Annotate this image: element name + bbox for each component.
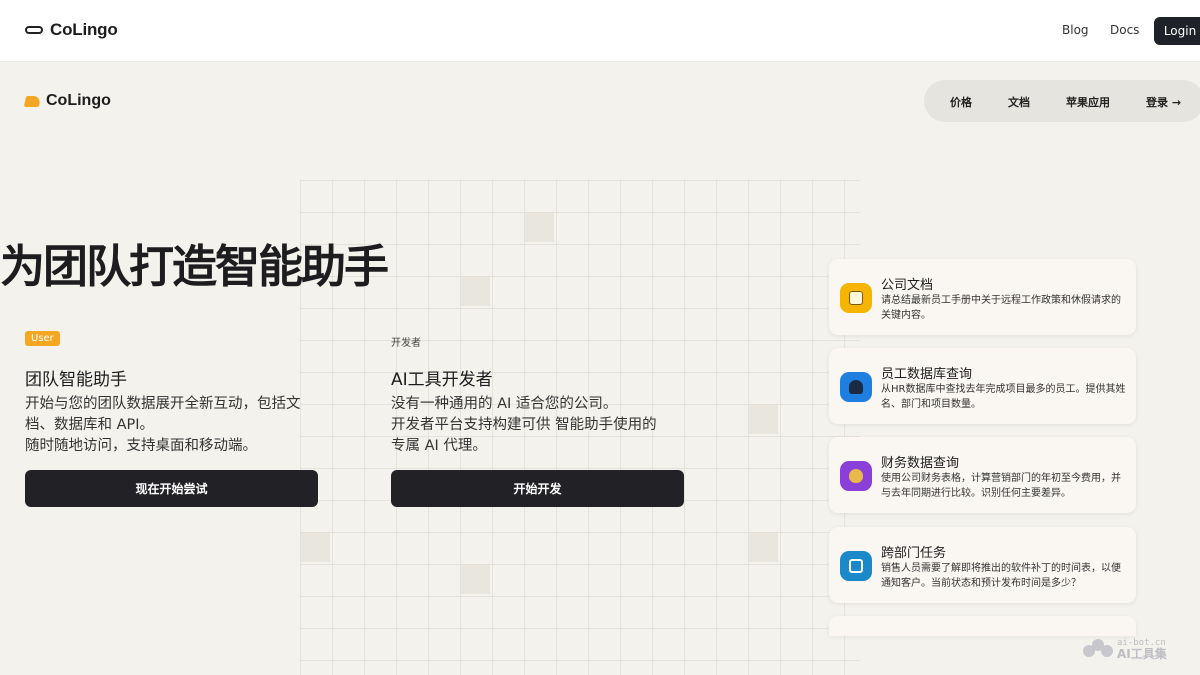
login-button[interactable]: Login	[1154, 17, 1200, 45]
nav-link-blog[interactable]: Blog	[1062, 23, 1089, 37]
card-title: 跨部门任务	[881, 546, 947, 561]
hero-title: 为团队打造智能助手	[0, 240, 389, 293]
developer-column-description: 没有一种通用的 AI 适合您的公司。 开发者平台支持构建可供 智能助手使用的 专…	[391, 394, 657, 457]
card-description: 使用公司财务表格，计算营销部门的年初至今费用，并与去年同期进行比较。识别任何主要…	[881, 473, 1121, 499]
dev-desc-line: 专属 AI 代理。	[391, 438, 487, 454]
card-cross-dept-task[interactable]: 跨部门任务 销售人员需要了解即将推出的软件补丁的时间表，以便通知客户。当前状态和…	[829, 527, 1136, 603]
topbar-brand[interactable]: CoLingo	[25, 20, 118, 40]
people-icon	[840, 372, 872, 402]
user-badge: User	[25, 331, 60, 346]
developer-label: 开发者	[391, 338, 421, 349]
user-column-title: 团队智能助手	[25, 370, 127, 390]
dev-desc-line: 没有一种通用的 AI 适合您的公司。	[391, 396, 618, 412]
card-company-docs[interactable]: 公司文档 请总结最新员工手册中关于远程工作政策和休假请求的关键内容。	[829, 259, 1136, 335]
nav-link-docs[interactable]: Docs	[1110, 23, 1139, 37]
dev-desc-line: 开发者平台支持构建可供 智能助手使用的	[391, 417, 657, 433]
card-title: 员工数据库查询	[881, 367, 973, 382]
nav-login[interactable]: 登录 →	[1146, 94, 1181, 110]
colingo-logo-icon	[25, 26, 43, 34]
card-description: 销售人员需要了解即将推出的软件补丁的时间表，以便通知客户。当前状态和预计发布时间…	[881, 563, 1121, 589]
topbar-brand-name: CoLingo	[50, 20, 118, 39]
watermark-logo-icon	[1083, 639, 1113, 659]
sync-icon	[840, 551, 872, 581]
card-employee-db[interactable]: 员工数据库查询 从HR数据库中查找去年完成项目最多的员工。提供其姓名、部门和项目…	[829, 348, 1136, 424]
card-description: 从HR数据库中查找去年完成项目最多的员工。提供其姓名、部门和项目数量。	[881, 384, 1126, 410]
try-now-button[interactable]: 现在开始尝试	[25, 470, 318, 507]
top-bar: CoLingo Blog Docs Login	[0, 0, 1200, 62]
nav-apple-app[interactable]: 苹果应用	[1066, 94, 1110, 110]
nav-pricing[interactable]: 价格	[950, 94, 972, 110]
card-partial	[829, 616, 1136, 636]
colingo-color-logo-icon	[23, 95, 42, 107]
header-brand-name: CoLingo	[46, 92, 111, 109]
card-title: 财务数据查询	[881, 456, 960, 471]
watermark-name: AI工具集	[1117, 647, 1167, 661]
money-bag-icon	[840, 461, 872, 491]
user-desc-line: 开始与您的团队数据展开全新互动，包括文	[25, 396, 301, 412]
watermark: ai-bot.cn AI工具集	[1083, 638, 1167, 660]
developer-column-title: AI工具开发者	[391, 370, 493, 390]
user-column-description: 开始与您的团队数据展开全新互动，包括文 档、数据库和 API。 随时随地访问，支…	[25, 394, 301, 457]
start-developing-button[interactable]: 开始开发	[391, 470, 684, 507]
user-desc-line: 随时随地访问，支持桌面和移动端。	[25, 438, 257, 454]
document-icon	[840, 283, 872, 313]
user-desc-line: 档、数据库和 API。	[25, 417, 155, 433]
nav-docs[interactable]: 文档	[1008, 94, 1030, 110]
card-title: 公司文档	[881, 278, 934, 293]
card-description: 请总结最新员工手册中关于远程工作政策和休假请求的关键内容。	[881, 295, 1121, 321]
pill-nav: 价格 文档 苹果应用 登录 →	[924, 80, 1200, 122]
card-finance-query[interactable]: 财务数据查询 使用公司财务表格，计算营销部门的年初至今费用，并与去年同期进行比较…	[829, 437, 1136, 513]
header-brand[interactable]: CoLingo	[23, 92, 111, 110]
